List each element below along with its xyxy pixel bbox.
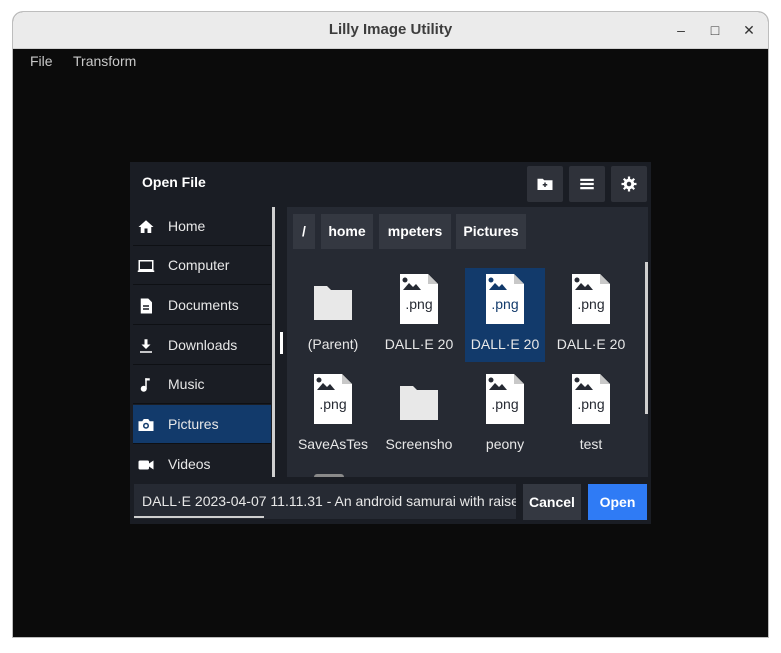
- breadcrumb-home[interactable]: home: [321, 214, 373, 249]
- file-item-png[interactable]: .png peony: [465, 368, 545, 462]
- file-name: (Parent): [307, 336, 359, 352]
- png-label: .png: [405, 296, 433, 312]
- minimize-button[interactable]: –: [671, 20, 691, 40]
- settings-button[interactable]: [611, 166, 647, 202]
- split-handle[interactable]: [280, 332, 283, 354]
- new-folder-icon: [537, 178, 553, 190]
- sidebar-item-documents[interactable]: Documents: [133, 286, 271, 325]
- file-name: DALL·E 20: [556, 336, 626, 352]
- breadcrumb-root[interactable]: /: [293, 214, 315, 249]
- menu-file[interactable]: File: [30, 53, 53, 69]
- sidebar-item-videos[interactable]: Videos: [133, 445, 271, 477]
- filename-value: DALL·E 2023-04-07 11.11.31 - An android …: [142, 493, 516, 509]
- folder-icon: [314, 286, 352, 320]
- sidebar-item-downloads[interactable]: Downloads: [133, 326, 271, 365]
- file-name: test: [579, 436, 603, 452]
- document-icon: [140, 298, 152, 314]
- file-item-folder[interactable]: Screensho: [379, 368, 459, 462]
- home-icon: [138, 220, 154, 233]
- breadcrumb-mpeters[interactable]: mpeters: [379, 214, 451, 249]
- sidebar-item-home[interactable]: Home: [133, 207, 271, 246]
- menu-transform[interactable]: Transform: [73, 53, 136, 69]
- sidebar-item-label: Home: [168, 218, 206, 234]
- sidebar-item-label: Computer: [168, 257, 230, 273]
- partial-file-icon: [314, 474, 344, 477]
- list-view-button[interactable]: [569, 166, 605, 202]
- file-browser: / home mpeters Pictures (Parent) .png DA…: [287, 207, 648, 477]
- sidebar-item-label: Downloads: [168, 337, 238, 353]
- png-label: .png: [577, 296, 605, 312]
- sidebar-item-pictures[interactable]: Pictures: [133, 405, 271, 444]
- file-item-parent[interactable]: (Parent): [293, 268, 373, 362]
- file-item-png[interactable]: .png DALL·E 20: [551, 268, 631, 362]
- png-label: .png: [491, 296, 519, 312]
- settings-icon: [621, 176, 637, 192]
- png-label: .png: [319, 396, 347, 412]
- sidebar-item-label: Pictures: [168, 416, 219, 432]
- music-icon: [140, 378, 150, 392]
- dialog-footer: DALL·E 2023-04-07 11.11.31 - An android …: [130, 478, 651, 524]
- sidebar-item-label: Music: [168, 376, 205, 392]
- breadcrumb-pictures[interactable]: Pictures: [456, 214, 526, 249]
- sidebar-item-label: Videos: [168, 456, 211, 472]
- filename-input[interactable]: DALL·E 2023-04-07 11.11.31 - An android …: [134, 484, 516, 519]
- input-underline: [134, 516, 264, 518]
- window-title: Lilly Image Utility: [328, 21, 453, 38]
- sidebar-scrollbar[interactable]: [272, 207, 275, 477]
- file-item-png[interactable]: .png DALL·E 20: [379, 268, 459, 362]
- png-label: .png: [491, 396, 519, 412]
- sidebar-item-music[interactable]: Music: [133, 365, 271, 404]
- folder-icon: [400, 386, 438, 420]
- file-item-png-selected[interactable]: .png DALL·E 20: [465, 268, 545, 362]
- download-icon: [140, 339, 152, 353]
- file-name: peony: [485, 436, 525, 452]
- open-button[interactable]: Open: [588, 484, 647, 520]
- maximize-button[interactable]: □: [705, 20, 725, 40]
- video-icon: [138, 460, 154, 470]
- camera-icon: [138, 419, 154, 431]
- file-scrollbar[interactable]: [645, 262, 648, 414]
- title-bar[interactable]: Lilly Image Utility – □ ✕: [13, 12, 768, 49]
- dialog-title: Open File: [142, 174, 206, 190]
- places-sidebar: Home Computer Documents Downloads Music …: [133, 207, 273, 477]
- file-item-png[interactable]: .png SaveAsTes: [293, 368, 373, 462]
- sidebar-item-label: Documents: [168, 297, 239, 313]
- file-name: DALL·E 20: [470, 336, 540, 352]
- new-folder-button[interactable]: [527, 166, 563, 202]
- laptop-icon: [137, 260, 155, 272]
- menu-bar: File Transform: [13, 49, 768, 73]
- close-button[interactable]: ✕: [739, 20, 759, 40]
- sidebar-item-computer[interactable]: Computer: [133, 246, 271, 285]
- file-name: DALL·E 20: [384, 336, 454, 352]
- file-item-png[interactable]: .png test: [551, 368, 631, 462]
- open-file-dialog: Open File Home Computer Documents Downlo…: [130, 162, 651, 524]
- file-name: Screensho: [385, 436, 453, 452]
- png-label: .png: [577, 396, 605, 412]
- file-name: SaveAsTes: [297, 436, 369, 452]
- list-view-icon: [580, 178, 594, 190]
- cancel-button[interactable]: Cancel: [523, 484, 581, 520]
